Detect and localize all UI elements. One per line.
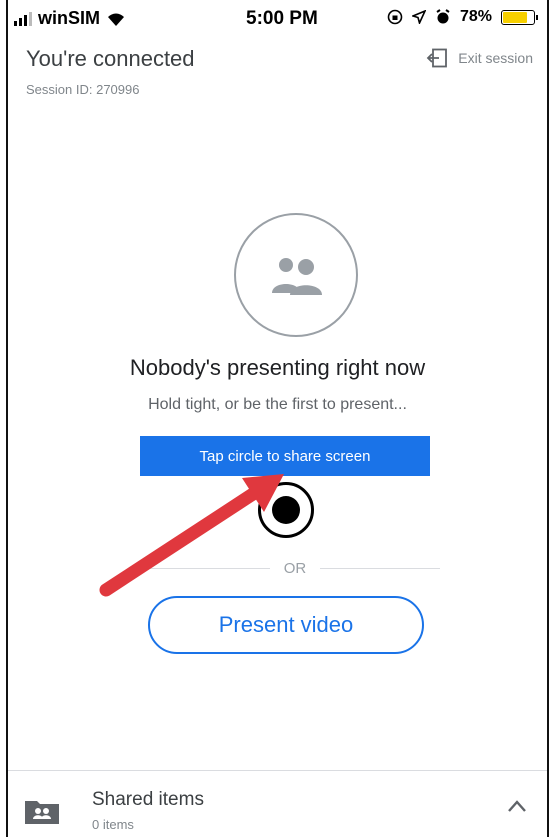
session-id: Session ID: 270996 <box>26 82 140 97</box>
alarm-icon <box>436 9 450 24</box>
present-video-button[interactable]: Present video <box>148 596 424 654</box>
exit-session-button[interactable]: Exit session <box>426 48 533 68</box>
carrier-name: winSIM <box>38 8 100 28</box>
battery-percent: 78% <box>459 8 492 25</box>
exit-icon <box>426 48 448 68</box>
shared-folder-icon <box>25 801 59 824</box>
share-screen-circle-button[interactable] <box>258 482 314 538</box>
location-icon <box>411 10 426 24</box>
exit-session-label: Exit session <box>458 50 533 66</box>
presenting-headline: Nobody's presenting right now <box>129 355 426 380</box>
status-bar: winSIM 5:00 PM 78% <box>8 0 547 36</box>
share-screen-tooltip-button[interactable]: Tap circle to share screen <box>140 436 430 476</box>
record-dot-icon <box>272 496 300 524</box>
signal-icon <box>14 11 32 26</box>
wifi-icon <box>108 13 124 26</box>
presenting-subline: Hold tight, or be the first to present..… <box>148 396 407 413</box>
chevron-up-icon[interactable] <box>507 799 527 813</box>
annotation-arrow <box>99 474 284 597</box>
phone-screen: winSIM 5:00 PM 78% You're connected Sess… <box>6 0 549 837</box>
or-label: OR <box>283 560 307 577</box>
participants-avatar <box>234 213 358 337</box>
battery-icon <box>501 9 538 25</box>
screen-lock-icon <box>387 9 403 25</box>
connection-title: You're connected <box>26 46 195 71</box>
shared-items-bar[interactable]: Shared items 0 items <box>8 770 547 837</box>
shared-items-count: 0 items <box>92 817 134 832</box>
shared-items-title: Shared items <box>92 789 204 810</box>
people-icon <box>272 258 322 295</box>
status-time: 5:00 PM <box>246 8 318 29</box>
or-divider: OR <box>150 560 440 577</box>
